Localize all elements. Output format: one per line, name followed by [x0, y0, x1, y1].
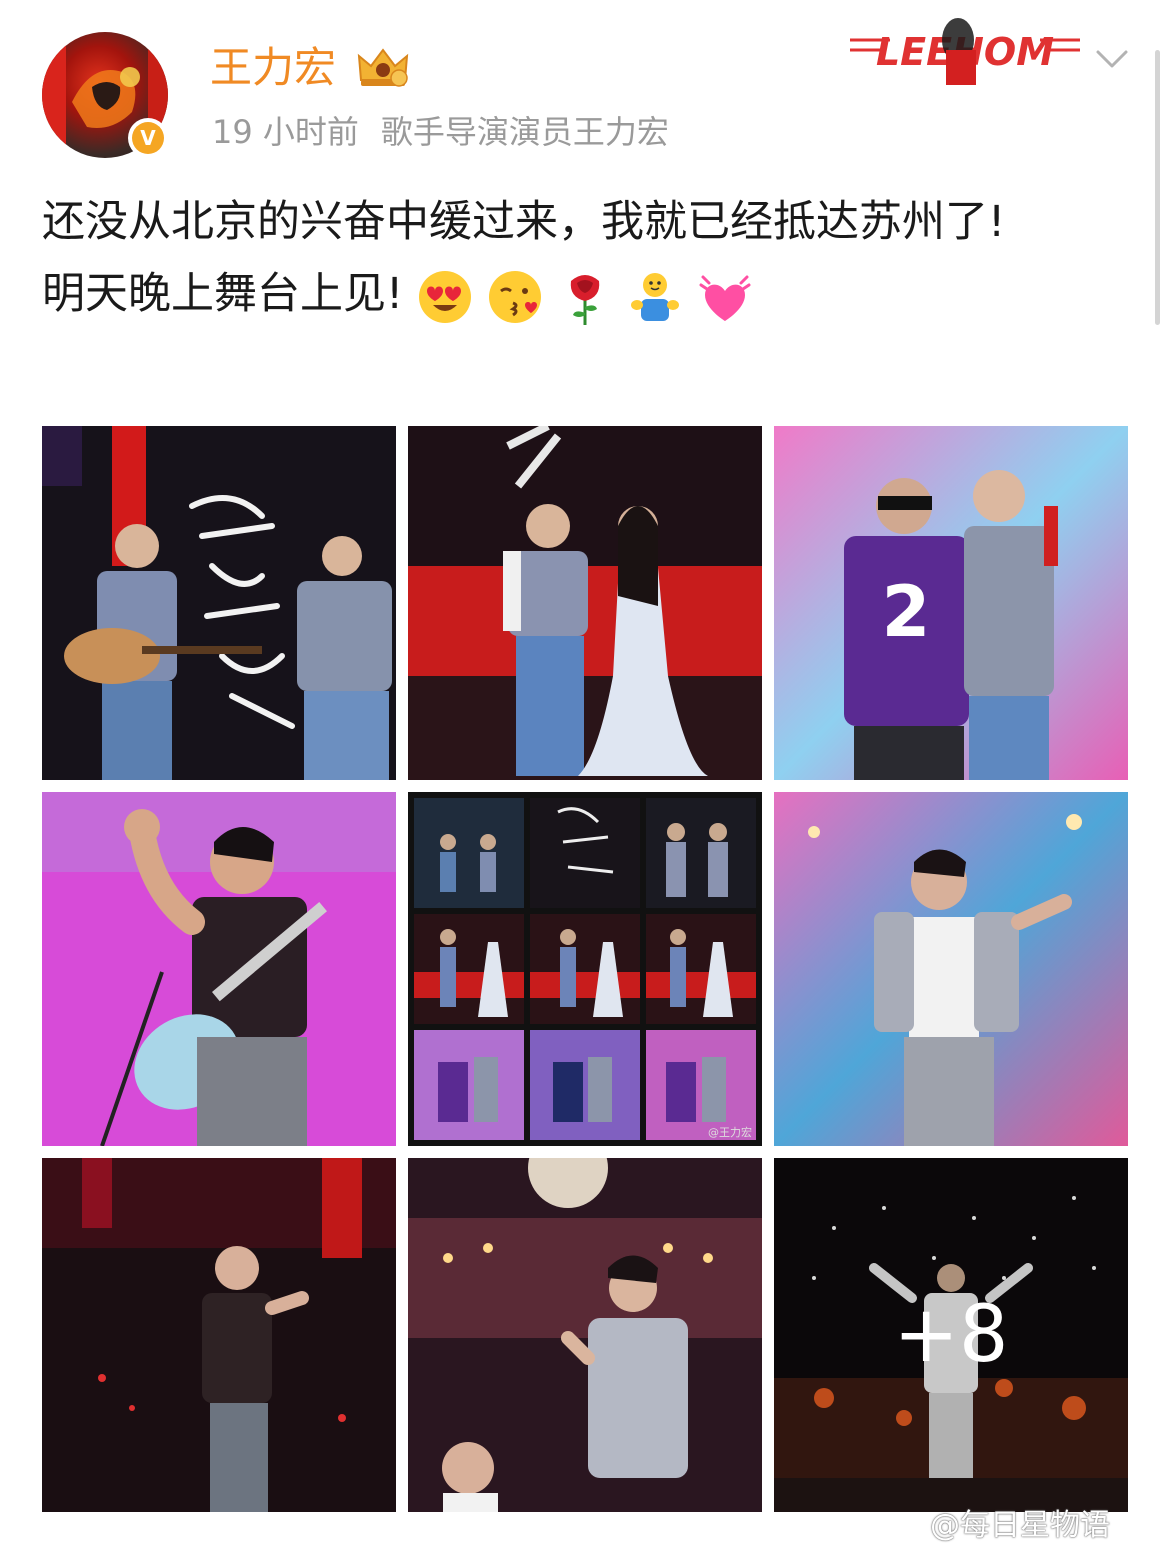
concert-photo — [408, 426, 762, 780]
photo-thumbnail[interactable] — [408, 426, 762, 780]
photo-thumbnail[interactable]: 2 — [774, 426, 1128, 780]
photo-thumbnail[interactable] — [42, 1158, 396, 1512]
concert-photo — [408, 1158, 762, 1512]
heart-eyes-icon — [419, 270, 472, 323]
post-source: 歌手导演演员王力宏 — [380, 113, 669, 151]
svg-text:2: 2 — [882, 571, 931, 653]
kiss-icon — [489, 270, 542, 323]
concert-photo — [42, 1158, 396, 1512]
more-photos-count[interactable]: +8 — [774, 1158, 1128, 1512]
verified-badge-icon: V — [128, 118, 168, 158]
collage-watermark: @王力宏 — [708, 1126, 752, 1139]
hug-icon — [631, 272, 680, 321]
collage-photo — [408, 792, 762, 1146]
author-name[interactable]: 王力宏 — [210, 42, 336, 94]
photo-thumbnail[interactable] — [42, 792, 396, 1146]
post-text: 还没从北京的兴奋中缓过来，我就已经抵达苏州了! 明天晚上舞台上见! — [42, 186, 1122, 330]
photo-thumbnail[interactable] — [774, 792, 1128, 1146]
post-text-line: 明天晚上舞台上见! — [42, 258, 1122, 330]
footer-watermark: @每日星物语 — [930, 1508, 1110, 1543]
leehom-banner-logo[interactable]: LEEHOM — [850, 10, 1080, 85]
rose-icon — [571, 274, 600, 325]
photo-thumbnail-collage[interactable]: @王力宏 — [408, 792, 762, 1146]
concert-photo — [774, 792, 1128, 1146]
post-time: 19 小时前 — [212, 113, 359, 151]
scrollbar[interactable] — [1155, 50, 1160, 325]
post-meta: 19 小时前 歌手导演演员王力宏 — [212, 112, 669, 152]
photo-thumbnail[interactable] — [42, 426, 396, 780]
post-text-line2: 明天晚上舞台上见! — [42, 269, 404, 319]
pink-hearts-icon — [699, 275, 751, 321]
crown-level-icon — [357, 48, 409, 87]
photo-thumbnail[interactable] — [408, 1158, 762, 1512]
emoji-row — [417, 269, 753, 325]
avatar-decoration — [42, 32, 66, 158]
post-text-line: 还没从北京的兴奋中缓过来，我就已经抵达苏州了! — [42, 197, 1006, 247]
photo-grid: 2 @王力宏 +8 — [42, 426, 1128, 1512]
concert-photo: 2 — [774, 426, 1128, 780]
photo-thumbnail-more[interactable]: +8 — [774, 1158, 1128, 1512]
chevron-down-icon[interactable] — [1092, 44, 1132, 74]
concert-photo — [42, 792, 396, 1146]
concert-photo — [42, 426, 396, 780]
